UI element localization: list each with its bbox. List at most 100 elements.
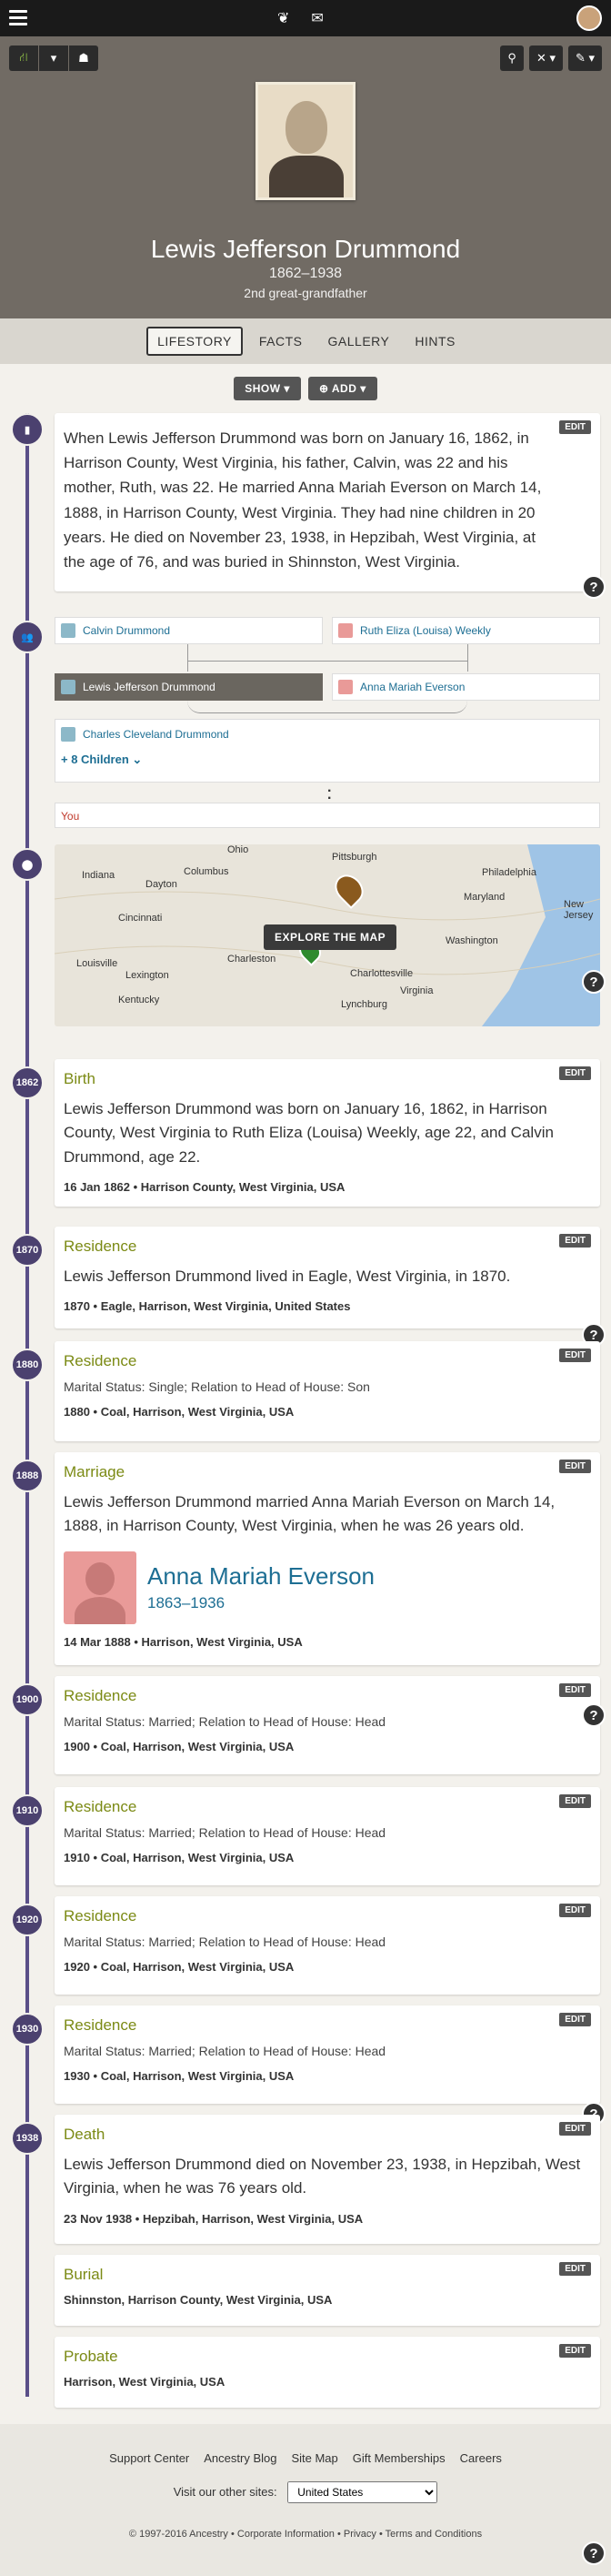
help-icon[interactable]: ? [582, 970, 606, 994]
footer: Support Center Ancestry Blog Site Map Gi… [0, 2424, 611, 2576]
spouse-card[interactable]: Anna Mariah Everson 1863–1936 [64, 1551, 591, 1624]
event-title: Probate [64, 2348, 118, 2365]
event-title: Marriage [64, 1463, 125, 1480]
life-map[interactable]: Ohio Pittsburgh Indiana Columbus Dayton … [55, 844, 600, 1026]
envelope-icon[interactable]: ✉ [311, 9, 323, 27]
edit-button[interactable]: EDIT [559, 2013, 591, 2026]
more-children-toggle[interactable]: + 8 Children ⌄ [55, 749, 599, 771]
map-label: Cincinnati [118, 913, 163, 924]
event-meta: 1910 • Coal, Harrison, West Virginia, US… [64, 1851, 295, 1864]
hamburger-icon[interactable] [9, 10, 27, 26]
lifestory-timeline: ▮ EDIT When Lewis Jefferson Drummond was… [0, 413, 611, 2424]
map-label: Lynchburg [341, 999, 387, 1010]
person-view-icon[interactable]: ☗ [69, 45, 98, 71]
visit-sites-label: Visit our other sites: [173, 2485, 277, 2499]
show-button[interactable]: SHOW ▾ [234, 377, 301, 400]
self-box[interactable]: Lewis Jefferson Drummond [55, 673, 323, 701]
child-item[interactable]: Charles Cleveland Drummond [55, 720, 599, 749]
event-card-residence: EDIT Residence Marital Status: Married; … [55, 1896, 600, 1995]
edit-button[interactable]: EDIT [559, 1234, 591, 1248]
action-bar: SHOW ▾ ⊕ ADD ▾ [0, 364, 611, 413]
map-label: Maryland [464, 892, 506, 903]
map-pin-node-icon: ⬤ [11, 848, 44, 881]
spouse-name-link[interactable]: Anna Mariah Everson [147, 1562, 375, 1591]
edit-button[interactable]: EDIT [559, 2262, 591, 2276]
tree-icon[interactable]: ⛙ [9, 45, 38, 71]
edit-button[interactable]: EDIT [559, 2344, 591, 2358]
event-title: Residence [64, 1237, 137, 1255]
leaf-icon[interactable]: ❦ [277, 9, 289, 27]
map-label: Kentucky [118, 995, 160, 1005]
person-dates: 1862–1938 [268, 266, 343, 281]
edit-button[interactable]: EDIT [559, 1460, 591, 1473]
edit-button[interactable]: EDIT [559, 2122, 591, 2136]
help-icon[interactable]: ? [582, 2541, 606, 2565]
search-icon[interactable]: ⚲ [500, 45, 524, 71]
event-meta: 1870 • Eagle, Harrison, West Virginia, U… [64, 1299, 351, 1314]
map-label: Louisville [76, 958, 118, 969]
you-box[interactable]: You [55, 803, 600, 828]
footer-link[interactable]: Support Center [109, 2451, 189, 2465]
footer-link[interactable]: Ancestry Blog [204, 2451, 276, 2465]
tab-hints[interactable]: HINTS [406, 328, 465, 354]
event-meta: 1880 • Coal, Harrison, West Virginia, US… [64, 1405, 295, 1419]
site-select[interactable]: United States [287, 2481, 438, 2503]
profile-photo[interactable] [255, 82, 356, 200]
event-text: Lewis Jefferson Drummond married Anna Ma… [64, 1493, 556, 1535]
tree-toolbar: ⛙ ▾ ☗ [9, 45, 99, 71]
event-meta: 16 Jan 1862 • Harrison County, West Virg… [64, 1180, 346, 1195]
tab-lifestory[interactable]: LIFESTORY [146, 327, 243, 356]
story-node-icon: ▮ [11, 413, 44, 446]
event-card-residence: EDIT Residence Marital Status: Single; R… [55, 1341, 600, 1441]
year-node-1930: 1930 [11, 2013, 44, 2046]
year-node-1910: 1910 [11, 1794, 44, 1827]
edit-button[interactable]: EDIT [559, 1066, 591, 1080]
edit-button[interactable]: EDIT [559, 1683, 591, 1697]
tools-icon[interactable]: ✕ ▾ [528, 45, 563, 71]
edit-button[interactable]: EDIT [559, 1349, 591, 1362]
edit-icon[interactable]: ✎ ▾ [567, 45, 602, 71]
family-section: Calvin Drummond Ruth Eliza (Louisa) Week… [55, 617, 600, 828]
event-title: Residence [64, 1798, 137, 1815]
event-meta: Shinnston, Harrison County, West Virgini… [64, 2293, 333, 2307]
year-node-1870: 1870 [11, 1234, 44, 1267]
map-label: Washington [446, 935, 498, 946]
footer-link[interactable]: Site Map [291, 2451, 337, 2465]
edit-button[interactable]: EDIT [559, 420, 591, 434]
timeline-line [25, 413, 29, 2397]
father-box[interactable]: Calvin Drummond [55, 617, 323, 644]
event-title: Burial [64, 2266, 104, 2283]
help-icon[interactable]: ? [582, 1703, 606, 1727]
edit-button[interactable]: EDIT [559, 1794, 591, 1808]
event-title: Death [64, 2126, 105, 2143]
tab-gallery[interactable]: GALLERY [319, 328, 399, 354]
avatar[interactable] [576, 5, 602, 31]
year-node-1862: 1862 [11, 1066, 44, 1099]
edit-button[interactable]: EDIT [559, 1904, 591, 1917]
chevron-down-icon[interactable]: ▾ [39, 45, 68, 71]
event-subtext: Marital Status: Married; Relation to Hea… [64, 1935, 386, 1949]
help-icon[interactable]: ? [582, 575, 606, 599]
tab-facts[interactable]: FACTS [250, 328, 312, 354]
event-subtext: Marital Status: Married; Relation to Hea… [64, 1825, 386, 1840]
story-text: When Lewis Jefferson Drummond was born o… [64, 429, 542, 571]
explore-map-button[interactable]: EXPLORE THE MAP [264, 924, 397, 950]
copyright: © 1997-2016 Ancestry • Corporate Informa… [128, 2529, 483, 2540]
event-card-death: EDIT Death Lewis Jefferson Drummond died… [55, 2115, 600, 2244]
event-card-residence: EDIT Residence Marital Status: Married; … [55, 1787, 600, 1885]
footer-link[interactable]: Careers [460, 2451, 502, 2465]
event-subtext: Marital Status: Single; Relation to Head… [64, 1379, 370, 1394]
spouse-photo-placeholder [64, 1551, 136, 1624]
spouse-box[interactable]: Anna Mariah Everson [332, 673, 600, 701]
event-subtext: Marital Status: Married; Relation to Hea… [64, 2044, 386, 2058]
map-label: Lexington [125, 970, 169, 981]
event-text: Lewis Jefferson Drummond lived in Eagle,… [64, 1268, 511, 1285]
add-button[interactable]: ⊕ ADD ▾ [307, 377, 377, 400]
event-card-marriage: EDIT Marriage Lewis Jefferson Drummond m… [55, 1452, 600, 1665]
event-card-residence: EDIT Residence Lewis Jefferson Drummond … [55, 1227, 600, 1328]
mother-box[interactable]: Ruth Eliza (Louisa) Weekly [332, 617, 600, 644]
year-node-1938: 1938 [11, 2122, 44, 2155]
children-box: Charles Cleveland Drummond + 8 Children … [55, 719, 600, 783]
map-label: Charleston [227, 954, 276, 965]
footer-link[interactable]: Gift Memberships [353, 2451, 446, 2465]
